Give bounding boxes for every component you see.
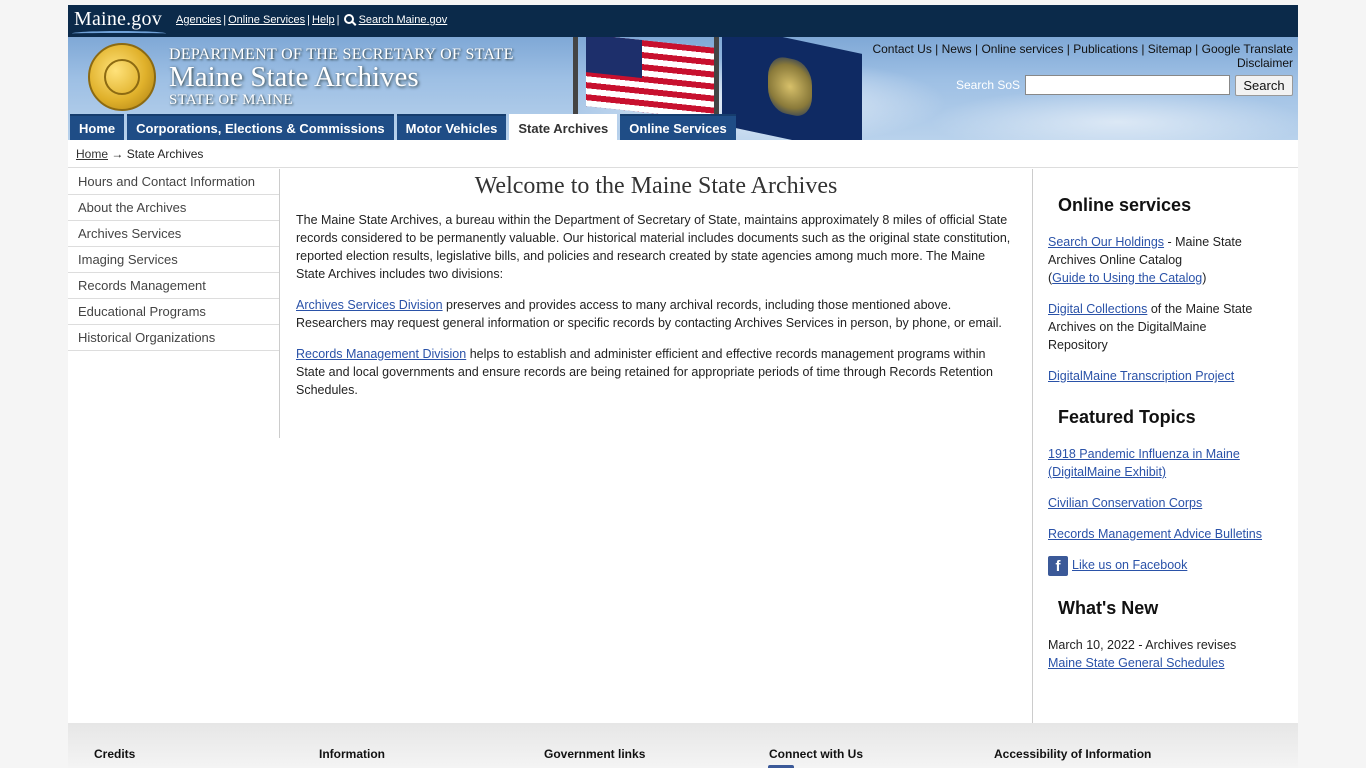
pandemic-influenza-link[interactable]: 1918 Pandemic Influenza in Maine (Digita…	[1048, 447, 1240, 479]
featured-topics-heading: Featured Topics	[1058, 407, 1196, 427]
right-sidebar: Online services Search Our Holdings - Ma…	[1032, 169, 1298, 724]
transcription-project-link[interactable]: DigitalMaine Transcription Project	[1048, 369, 1234, 383]
state-name: STATE OF MAINE	[169, 92, 293, 108]
online-services-heading: Online services	[1058, 195, 1192, 215]
main-content: Welcome to the Maine State Archives The …	[296, 173, 1016, 412]
breadcrumb-current: State Archives	[126, 147, 204, 161]
site-title[interactable]: Maine State Archives	[169, 61, 419, 94]
search-button[interactable]: Search	[1235, 75, 1293, 96]
nav-educational-programs[interactable]: Educational Programs	[68, 299, 279, 325]
contact-us-link[interactable]: Contact Us	[872, 42, 931, 56]
publications-link[interactable]: Publications	[1073, 42, 1138, 56]
main-tabs: Home Corporations, Elections & Commissio…	[70, 114, 739, 140]
facebook-icon[interactable]: f	[1048, 556, 1068, 576]
footer-government-links: Government links	[544, 747, 646, 761]
civilian-conservation-link[interactable]: Civilian Conservation Corps	[1048, 496, 1202, 510]
digital-collections-item: Digital Collections of the Maine State A…	[1048, 300, 1263, 354]
breadcrumb-arrow: →	[111, 147, 124, 161]
tab-home[interactable]: Home	[70, 114, 125, 140]
help-link[interactable]: Help	[312, 14, 335, 26]
left-nav: Hours and Contact Information About the …	[68, 169, 280, 438]
utility-links: Contact Us | News | Online services | Pu…	[872, 42, 1293, 70]
archives-division-paragraph: Archives Services Division preserves and…	[296, 296, 1016, 332]
archives-services-division-link[interactable]: Archives Services Division	[296, 298, 443, 312]
footer-information: Information	[319, 747, 385, 761]
maine-flag-image	[722, 37, 862, 140]
search-icon	[343, 14, 354, 24]
footer-credits: Credits	[94, 747, 136, 761]
agencies-link[interactable]: Agencies	[176, 14, 221, 26]
general-schedules-link[interactable]: Maine State General Schedules	[1048, 656, 1225, 670]
google-translate-link[interactable]: Google Translate	[1202, 42, 1293, 56]
news-text: March 10, 2022 - Archives revises	[1048, 638, 1237, 652]
topic-item: Records Management Advice Bulletins	[1048, 525, 1263, 543]
nav-archives-services[interactable]: Archives Services	[68, 221, 279, 247]
topic-item: Civilian Conservation Corps	[1048, 494, 1263, 512]
search-label: Search SoS	[956, 78, 1021, 92]
records-division-paragraph: Records Management Division helps to est…	[296, 345, 1016, 399]
news-item: March 10, 2022 - Archives revises Maine S…	[1048, 636, 1263, 672]
whats-new-heading: What's New	[1058, 598, 1159, 618]
online-services-util-link[interactable]: Online services	[981, 42, 1063, 56]
intro-paragraph: The Maine State Archives, a bureau withi…	[296, 213, 1011, 281]
sitemap-link[interactable]: Sitemap	[1148, 42, 1192, 56]
tab-state-archives[interactable]: State Archives	[509, 114, 618, 140]
online-services-link[interactable]: Online Services	[228, 14, 305, 26]
page-title: Welcome to the Maine State Archives	[474, 173, 838, 199]
nav-imaging-services[interactable]: Imaging Services	[68, 247, 279, 273]
footer-accessibility: Accessibility of Information	[994, 747, 1152, 761]
nav-hours-contact[interactable]: Hours and Contact Information	[68, 169, 279, 195]
digital-collections-link[interactable]: Digital Collections	[1048, 302, 1147, 316]
footer-connect: Connect with Us	[769, 747, 864, 761]
nav-historical-organizations[interactable]: Historical Organizations	[68, 325, 279, 351]
catalog-guide-link[interactable]: Guide to Using the Catalog	[1052, 271, 1202, 285]
facebook-item: f Like us on Facebook	[1048, 556, 1263, 576]
maine-gov-bar: Maine.gov Agencies | Online Services | Help |…	[68, 5, 1298, 37]
state-seal-icon[interactable]	[88, 43, 156, 111]
transcription-item: DigitalMaine Transcription Project	[1048, 367, 1263, 385]
nav-about[interactable]: About the Archives	[68, 195, 279, 221]
top-links: Agencies | Online Services | Help | Search Ma…	[176, 14, 448, 26]
tab-corporations[interactable]: Corporations, Elections & Commissions	[127, 114, 394, 140]
banner: DEPARTMENT OF THE SECRETARY OF STATE Mai…	[68, 37, 1298, 140]
news-link[interactable]: News	[942, 42, 972, 56]
maine-gov-logo[interactable]: Maine.gov	[72, 8, 166, 33]
search-input[interactable]	[1025, 75, 1230, 95]
records-management-division-link[interactable]: Records Management Division	[296, 347, 466, 361]
facebook-link[interactable]: Like us on Facebook	[1072, 558, 1187, 572]
search-holdings-link[interactable]: Search Our Holdings	[1048, 235, 1164, 249]
disclaimer-link[interactable]: Disclaimer	[1237, 56, 1293, 70]
records-advice-link[interactable]: Records Management Advice Bulletins	[1048, 527, 1262, 541]
tab-online-services[interactable]: Online Services	[620, 114, 736, 140]
topic-item: 1918 Pandemic Influenza in Maine (Digita…	[1048, 445, 1263, 481]
tab-motor-vehicles[interactable]: Motor Vehicles	[396, 114, 507, 140]
page-wrapper: Maine.gov Agencies | Online Services | Help |…	[68, 5, 1298, 768]
search-maine-link[interactable]: Search Maine.gov	[359, 14, 448, 26]
logo-text: Maine.gov	[74, 8, 162, 30]
breadcrumb-home-link[interactable]: Home	[76, 147, 108, 161]
breadcrumb: Home → State Archives	[68, 140, 1298, 168]
footer: Credits Information Government links Con…	[68, 723, 1298, 768]
nav-records-management[interactable]: Records Management	[68, 273, 279, 299]
holdings-item: Search Our Holdings - Maine State Archiv…	[1048, 235, 1242, 285]
logo-swoosh	[72, 31, 166, 36]
us-flag-image	[586, 37, 716, 120]
